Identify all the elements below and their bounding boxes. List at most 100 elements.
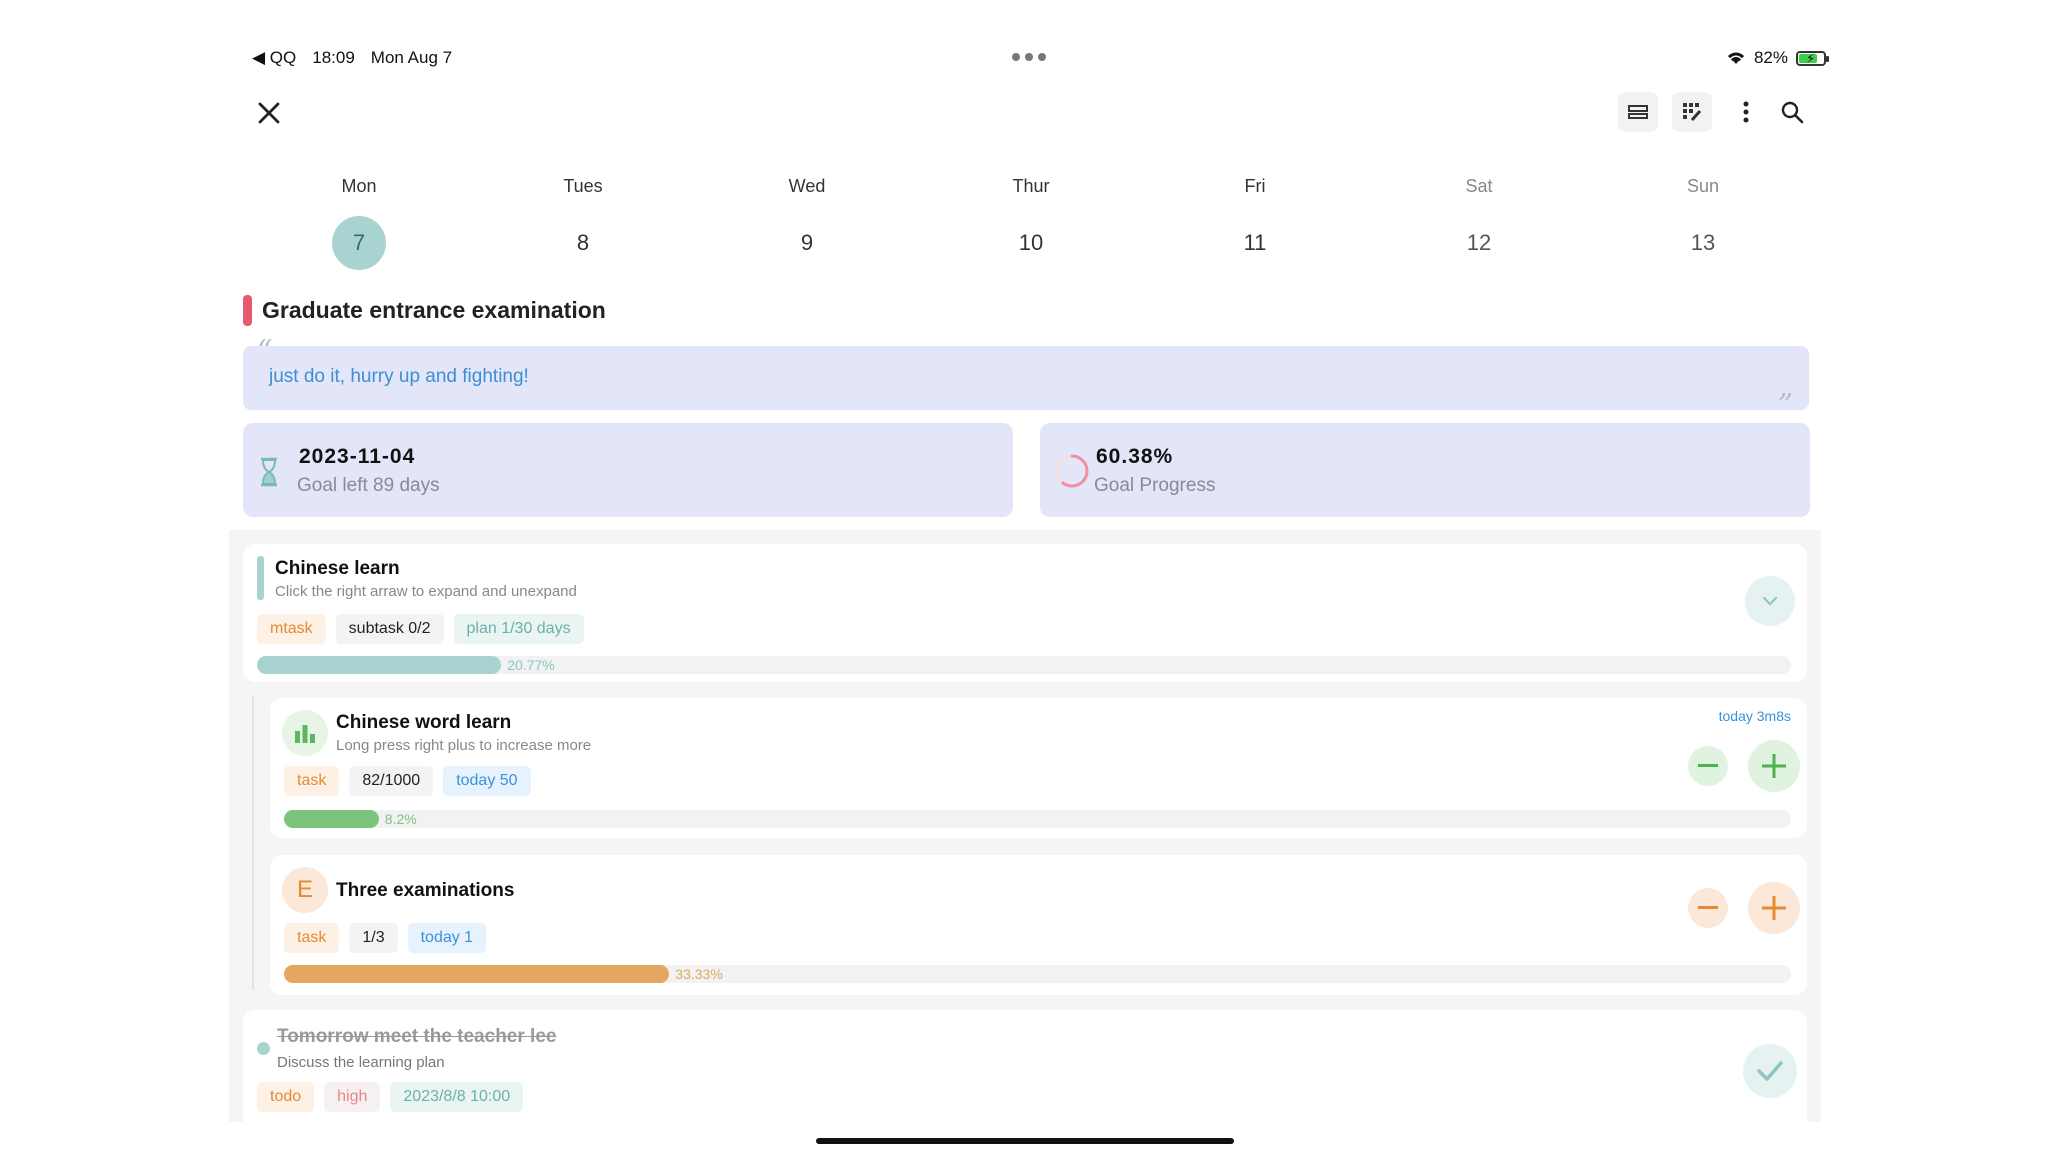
close-icon (258, 102, 280, 124)
tag-plan: plan 1/30 days (453, 614, 584, 644)
todo-tags: todo high 2023/8/8 10:00 (257, 1082, 533, 1112)
tag-subtask: subtask 0/2 (335, 614, 444, 644)
task-title: Chinese word learn (336, 712, 512, 733)
decrease-button[interactable] (1688, 888, 1728, 928)
day-name: Sun (1686, 176, 1720, 196)
chevron-down-icon (1762, 596, 1778, 606)
tag-today: today 1 (407, 923, 487, 953)
day-number: 11 (1243, 230, 1267, 255)
search-button[interactable] (1772, 92, 1812, 132)
task-subtitle: Long press right plus to increase more (336, 737, 592, 754)
mtask-subtitle: Click the right arraw to expand and unex… (275, 583, 577, 600)
todo-subtitle: Discuss the learning plan (277, 1054, 445, 1071)
day-name: Tues (563, 176, 603, 196)
bar-chart-icon (295, 725, 315, 743)
tag-datetime: 2023/8/8 10:00 (390, 1082, 524, 1112)
status-bar-left: ◀ QQ 18:09 Mon Aug 7 (252, 48, 452, 68)
task-avatar (282, 710, 328, 756)
plus-icon (1762, 896, 1786, 920)
grid-edit-icon (1683, 103, 1702, 121)
todo-card[interactable]: Tomorrow meet the teacher lee Discuss th… (243, 1010, 1807, 1122)
mtask-title: Chinese learn (275, 558, 400, 579)
day-sun[interactable]: Sun 13 (1643, 176, 1763, 270)
goal-title: Graduate entrance examination (262, 297, 606, 323)
increase-button[interactable] (1748, 740, 1800, 792)
list-view-icon (1628, 105, 1648, 119)
plus-icon (1762, 754, 1786, 778)
goal-days-left: Goal left 89 days (297, 475, 440, 496)
task-progress-percent: 33.33% (675, 966, 723, 982)
day-number: 10 (1018, 230, 1044, 255)
tag-type: todo (257, 1082, 315, 1112)
task-time-today: today 3m8s (1718, 708, 1791, 724)
task-tags: task 1/3 today 1 (284, 923, 496, 953)
todo-status-dot (257, 1042, 270, 1055)
mtask-card[interactable]: Chinese learn Click the right arraw to e… (243, 544, 1807, 682)
tag-type: task (284, 923, 340, 953)
wifi-icon (1727, 52, 1744, 64)
grid-view-button[interactable] (1672, 92, 1712, 132)
subtask-tree-line (252, 696, 254, 990)
status-time: 18:09 (312, 48, 355, 67)
more-options-button[interactable] (1726, 92, 1766, 132)
tag-count: 82/1000 (349, 766, 434, 796)
day-name: Wed (788, 176, 826, 196)
expand-button[interactable] (1745, 576, 1795, 626)
mtask-color-bar (257, 556, 264, 600)
more-vertical-icon (1743, 101, 1749, 123)
tag-count: 1/3 (349, 923, 398, 953)
day-number: 9 (800, 230, 814, 255)
status-bar-right: 82% ⚡ (1726, 48, 1829, 68)
task-letter-avatar: E (282, 867, 328, 913)
quote-open-mark: “ (257, 334, 273, 369)
search-icon (1781, 101, 1804, 124)
task-card-three-exams[interactable]: E Three examinations task 1/3 today 1 33.3… (270, 855, 1807, 995)
day-fri[interactable]: Fri 11 (1195, 176, 1315, 270)
goal-progress-value: 60.38% (1096, 445, 1174, 468)
progress-ring-icon (1055, 454, 1089, 488)
goal-date: 2023-11-04 (299, 445, 416, 468)
day-number: 13 (1690, 230, 1716, 255)
day-sat[interactable]: Sat 12 (1419, 176, 1539, 270)
decrease-button[interactable] (1688, 746, 1728, 786)
day-name: Mon (341, 176, 377, 196)
mtask-progress-percent: 20.77% (507, 657, 555, 673)
list-view-button[interactable] (1618, 92, 1658, 132)
day-thur[interactable]: Thur 10 (971, 176, 1091, 270)
tag-today: today 50 (443, 766, 531, 796)
back-to-app-link[interactable]: ◀ QQ (252, 48, 296, 68)
task-card-word-learn[interactable]: Chinese word learn Long press right plus… (270, 698, 1807, 838)
task-tags: task 82/1000 today 50 (284, 766, 541, 796)
tag-type: mtask (257, 614, 326, 644)
motto-quote: “ just do it, hurry up and fighting! ” (243, 334, 1809, 423)
goal-progress-label: Goal Progress (1094, 475, 1216, 496)
hourglass-icon (261, 457, 277, 487)
task-progress-bar: 8.2% (284, 810, 1791, 828)
day-name: Thur (1012, 176, 1050, 196)
status-date: Mon Aug 7 (370, 48, 453, 67)
complete-button[interactable] (1743, 1044, 1797, 1098)
mtask-tags: mtask subtask 0/2 plan 1/30 days (257, 614, 594, 644)
motto-text: just do it, hurry up and fighting! (269, 366, 529, 387)
home-indicator[interactable] (816, 1138, 1234, 1144)
task-progress-percent: 8.2% (384, 811, 417, 827)
tag-priority: high (324, 1082, 381, 1112)
quote-close-mark: ” (1777, 388, 1793, 423)
task-progress-bar: 33.33% (284, 965, 1791, 983)
minus-icon (1698, 906, 1718, 909)
goal-progress-card: 60.38% Goal Progress (1040, 423, 1810, 517)
battery-percent: 82% (1753, 48, 1788, 67)
multitasking-dots[interactable] (1012, 53, 1046, 61)
tag-type: task (284, 766, 340, 796)
goal-color-bar (243, 295, 252, 326)
todo-title: Tomorrow meet the teacher lee (277, 1026, 557, 1047)
day-name: Fri (1244, 176, 1266, 196)
day-number: 12 (1466, 230, 1492, 255)
day-tues[interactable]: Tues 8 (523, 176, 643, 270)
day-wed[interactable]: Wed 9 (747, 176, 867, 270)
day-mon[interactable]: Mon 7 (299, 176, 419, 270)
day-number: 8 (576, 230, 590, 255)
close-button[interactable] (256, 100, 282, 126)
minus-icon (1698, 764, 1718, 767)
increase-button[interactable] (1748, 882, 1800, 934)
